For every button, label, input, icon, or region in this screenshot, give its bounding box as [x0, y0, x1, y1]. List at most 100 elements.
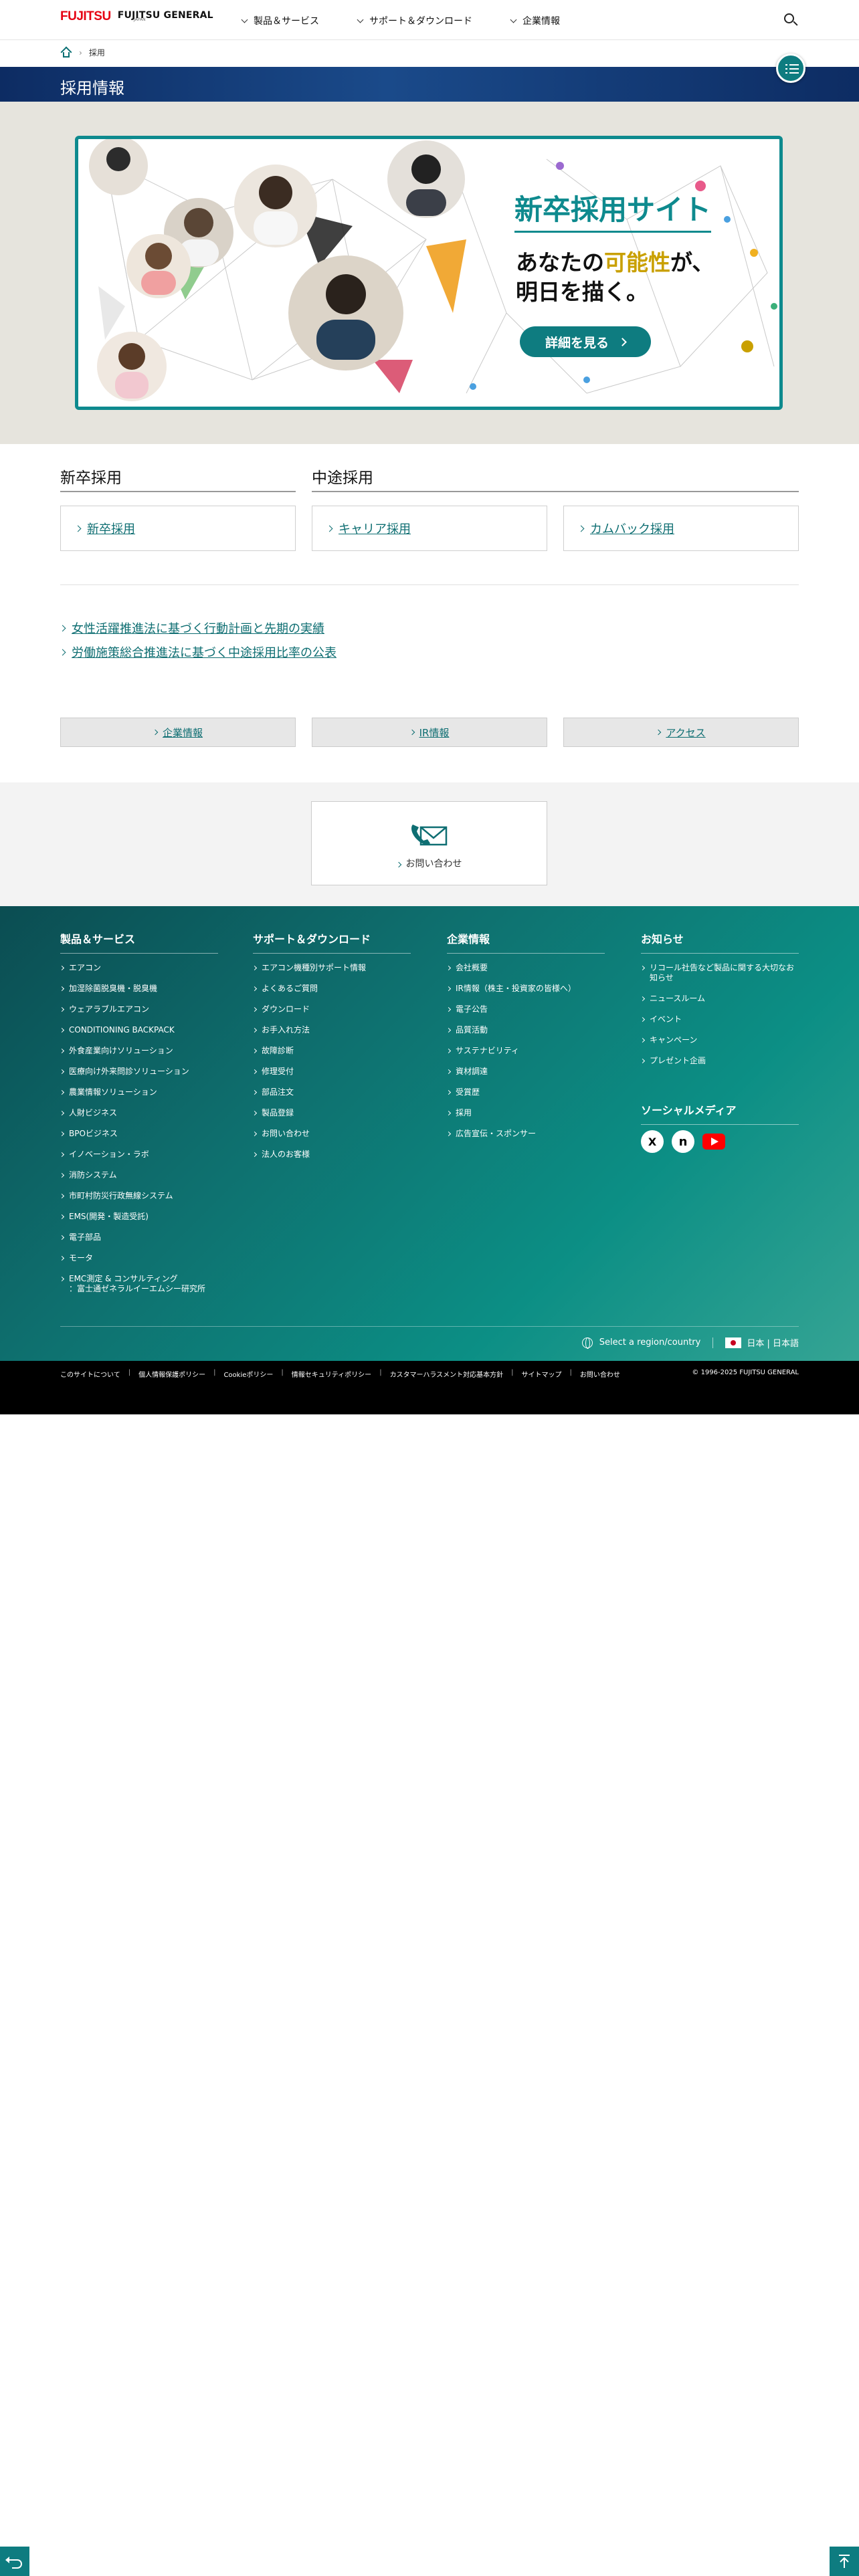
footer-link[interactable]: お問い合わせ [252, 1129, 411, 1139]
bottom-link-privacy[interactable]: 個人情報保護ポリシー [138, 1369, 205, 1379]
chevron-right-icon [59, 1152, 65, 1158]
footer-link[interactable]: ダウンロード [252, 1004, 411, 1014]
search-button[interactable] [783, 12, 799, 28]
bottom-link-about[interactable]: このサイトについて [60, 1369, 120, 1379]
bottom-link-cookie[interactable]: Cookieポリシー [223, 1369, 273, 1379]
footer-link[interactable]: 故障診断 [252, 1046, 411, 1056]
footer-link[interactable]: 人財ビジネス [59, 1108, 218, 1118]
chevron-right-icon [252, 965, 258, 971]
ir-info-button[interactable]: IR情報 [312, 718, 547, 747]
bottom-link-sitemap[interactable]: サイトマップ [522, 1369, 562, 1379]
contact-button[interactable]: お問い合わせ [311, 801, 547, 885]
footer-link[interactable]: 会社概要 [446, 963, 605, 973]
footer-link[interactable]: 電子部品 [59, 1232, 218, 1243]
footer-link[interactable]: サステナビリティ [446, 1046, 605, 1056]
footer-link[interactable]: お手入れ方法 [252, 1025, 411, 1035]
footer-link[interactable]: ウェアラブルエアコン [59, 1004, 218, 1014]
chevron-right-icon [446, 1006, 452, 1012]
chevron-right-icon [252, 1048, 258, 1054]
chevron-right-icon [446, 986, 452, 992]
chevron-right-icon [59, 649, 66, 655]
nav-products[interactable]: 製品＆サービス [241, 14, 319, 27]
bottom-link-contact[interactable]: お問い合わせ [580, 1369, 620, 1379]
footer-link[interactable]: 受賞歴 [446, 1087, 605, 1097]
footer-link[interactable]: 法人のお客様 [252, 1150, 411, 1160]
chevron-right-icon [252, 1089, 258, 1095]
return-icon [5, 2557, 22, 2569]
nav-support[interactable]: サポート＆ダウンロード [357, 14, 472, 27]
footer-link[interactable]: EMC測定 & コンサルティング ：富士通ゼネラルイーエムシー研究所 [59, 1274, 218, 1294]
access-button[interactable]: アクセス [563, 718, 799, 747]
chevron-right-icon [59, 1255, 65, 1261]
list-icon [789, 64, 799, 66]
footer-link[interactable]: EMS(開発・製造受託) [59, 1212, 218, 1222]
chevron-right-icon [640, 1016, 646, 1023]
chevron-right-icon [252, 1027, 258, 1033]
footer-link[interactable]: 修理受付 [252, 1067, 411, 1077]
back-to-top-button[interactable] [830, 2547, 859, 2576]
footer-link[interactable]: プレゼント企画 [640, 1056, 799, 1066]
footer-link[interactable]: 市町村防災行政無線システム [59, 1191, 218, 1201]
new-grad-heading: 新卒採用 [60, 469, 122, 487]
chevron-right-icon [326, 525, 333, 532]
footer-link[interactable]: イノベーション・ラボ [59, 1150, 218, 1160]
chevron-right-icon [59, 1027, 65, 1033]
japan-flag-icon [725, 1337, 742, 1348]
footer-link[interactable]: 外食産業向けソリューション [59, 1046, 218, 1056]
note-icon[interactable]: n [672, 1130, 694, 1153]
youtube-icon[interactable] [702, 1130, 725, 1153]
footer-link[interactable]: リコール社告など製品に関する大切なお知らせ [640, 963, 799, 983]
footer-heading: サポート＆ダウンロード [253, 930, 411, 954]
footer-link[interactable]: エアコン機種別サポート情報 [252, 963, 411, 973]
chevron-right-icon [618, 337, 627, 346]
footer-link[interactable]: 広告宣伝・スポンサー [446, 1129, 605, 1139]
footer-link[interactable]: 製品登録 [252, 1108, 411, 1118]
footer-link[interactable]: 資材調達 [446, 1067, 605, 1077]
page-title: 採用情報 [60, 79, 124, 98]
page-menu-button[interactable] [776, 53, 805, 83]
bottom-link-harassment[interactable]: カスタマーハラスメント対応基本方針 [390, 1369, 504, 1379]
footer-link[interactable]: IR情報（株主・投資家の皆様へ） [446, 984, 605, 994]
new-grad-link[interactable]: 新卒採用 [60, 506, 296, 551]
chevron-right-icon [577, 525, 585, 532]
nav-support-label: サポート＆ダウンロード [369, 16, 472, 27]
footer-link[interactable]: 部品注文 [252, 1087, 411, 1097]
comeback-link[interactable]: カムバック採用 [563, 506, 799, 551]
career-link[interactable]: キャリア採用 [312, 506, 547, 551]
footer-link[interactable]: エアコン [59, 963, 218, 973]
breadcrumb: › 採用 [60, 46, 105, 58]
footer-link[interactable]: モータ [59, 1253, 218, 1263]
banner-detail-button[interactable]: 詳細を見る [520, 326, 651, 357]
footer-link[interactable]: BPOビジネス [59, 1129, 218, 1139]
new-grad-banner[interactable]: 新卒採用サイト あなたの可能性が、 明日を描く。 詳細を見る [75, 136, 783, 410]
footer-link[interactable]: CONDITIONING BACKPACK [59, 1025, 218, 1035]
chevron-right-icon [59, 1069, 65, 1075]
footer-link[interactable]: 品質活動 [446, 1025, 605, 1035]
footer-link[interactable]: イベント [640, 1014, 799, 1025]
nav-corporate[interactable]: 企業情報 [510, 14, 560, 27]
region-label: Select a region/country [599, 1337, 701, 1348]
region-selector[interactable]: Select a region/country 日本 | 日本語 [581, 1336, 799, 1349]
bottom-link-security[interactable]: 情報セキュリティポリシー [292, 1369, 371, 1379]
corporate-info-button[interactable]: 企業情報 [60, 718, 296, 747]
women-action-plan-link[interactable]: 女性活躍推進法に基づく行動計画と先期の実績 [59, 619, 324, 637]
back-button[interactable] [0, 2547, 29, 2576]
footer-link[interactable]: 医療向け外来問診ソリューション [59, 1067, 218, 1077]
footer-link[interactable]: 採用 [446, 1108, 605, 1118]
footer-link[interactable]: 農業情報ソリューション [59, 1087, 218, 1097]
footer-link[interactable]: よくあるご質問 [252, 984, 411, 994]
chevron-right-icon [640, 965, 646, 971]
home-icon[interactable] [60, 46, 72, 58]
footer-link[interactable]: ニュースルーム [640, 994, 799, 1004]
chevron-right-icon [152, 729, 159, 736]
midcareer-ratio-link[interactable]: 労働施策総合推進法に基づく中途採用比率の公表 [59, 643, 337, 661]
footer-link[interactable]: 消防システム [59, 1170, 218, 1180]
chevron-right-icon [395, 861, 401, 868]
footer-link[interactable]: 加湿除菌脱臭機・脱臭機 [59, 984, 218, 994]
footer-col-corporate: 企業情報 会社概要 IR情報（株主・投資家の皆様へ） 電子公告 品質活動 サステ… [446, 930, 605, 1150]
chevron-right-icon [446, 1048, 452, 1054]
x-icon[interactable]: X [641, 1130, 664, 1153]
footer-link[interactable]: 電子公告 [446, 1004, 605, 1014]
footer-link[interactable]: キャンペーン [640, 1035, 799, 1045]
chevron-right-icon [59, 1048, 65, 1054]
